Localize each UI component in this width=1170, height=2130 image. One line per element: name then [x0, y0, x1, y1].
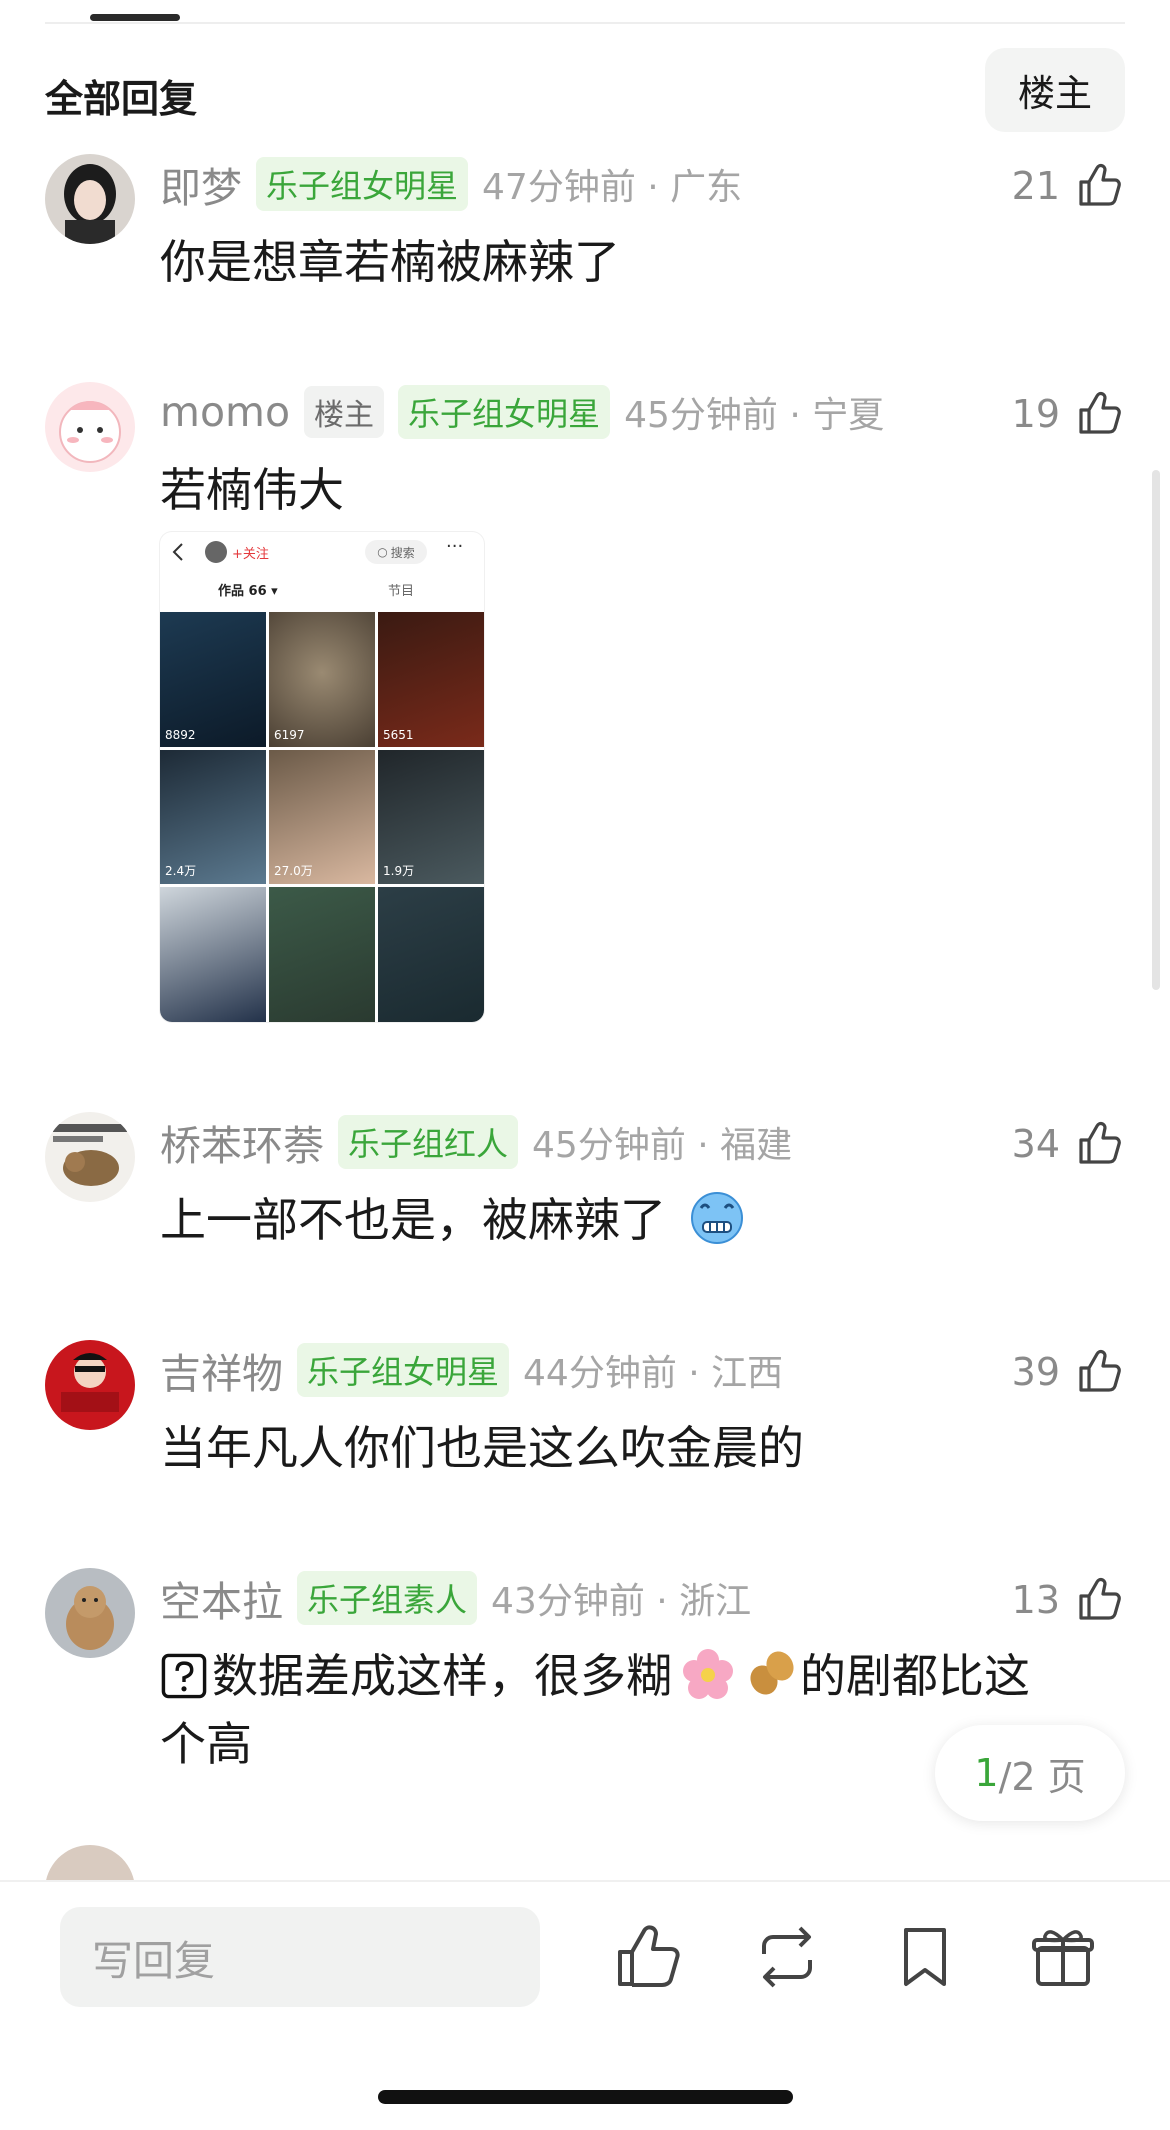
question-box-emoji — [161, 1653, 207, 1699]
thumbs-up-icon[interactable] — [1075, 1574, 1125, 1624]
comment-item: 吉祥物 乐子组女明星 44分钟前 · 江西 39 当年凡人你们也是这么吹金晨的 — [0, 1340, 1170, 1540]
tile-count: 6197 — [274, 727, 305, 742]
comment-text: 上一部不也是，被麻辣了 — [160, 1193, 666, 1247]
op-only-button[interactable]: 楼主 — [985, 48, 1125, 132]
group-badge: 乐子组红人 — [338, 1115, 519, 1169]
video-tile: 27.0万 — [269, 749, 375, 885]
avatar[interactable] — [45, 1845, 135, 1880]
drag-indicator — [90, 14, 180, 21]
like-count: 21 — [1011, 164, 1060, 208]
repost-icon[interactable] — [750, 1920, 824, 1994]
page-title: 全部回复 — [45, 77, 198, 121]
username[interactable]: momo — [160, 388, 290, 436]
video-tile — [269, 887, 375, 1022]
more-icon: ··· — [446, 536, 464, 557]
like-count: 34 — [1011, 1122, 1060, 1166]
comment-text-row: 数据差成这样，很多糊 的剧都比这个高 — [160, 1642, 1060, 1778]
avatar[interactable] — [45, 154, 135, 244]
tab-shows: 节目 — [388, 584, 415, 599]
comment-meta: 吉祥物 乐子组女明星 44分钟前 · 江西 — [160, 1340, 783, 1400]
avatar[interactable] — [45, 1568, 135, 1658]
gift-icon[interactable] — [1026, 1920, 1100, 1994]
cold-face-emoji — [690, 1192, 743, 1244]
page-current: 1 — [974, 1751, 999, 1795]
like-count: 19 — [1011, 392, 1060, 436]
search-icon: ○ — [377, 545, 388, 559]
comment-meta: 即梦 乐子组女明星 47分钟前 · 广东 — [160, 154, 742, 214]
comment-meta: 桥苯环萘 乐子组红人 45分钟前 · 福建 — [160, 1112, 792, 1172]
comment-text: 若楠伟大 — [160, 463, 344, 517]
comment-item-partial — [0, 1845, 1170, 1880]
thumbs-up-icon[interactable] — [1075, 1118, 1125, 1168]
group-badge: 乐子组素人 — [297, 1571, 478, 1625]
bookmark-icon[interactable] — [888, 1920, 962, 1994]
video-grid: 8892 6197 5651 2.4万 27.0万 1.9万 — [160, 612, 484, 1022]
thumbs-up-icon[interactable] — [1075, 160, 1125, 210]
comment-list[interactable]: 即梦 乐子组女明星 47分钟前 · 广东 21 你是想章若楠被麻辣了 momo … — [0, 140, 1170, 1880]
comment-text: 数据差成这样，很多糊 — [212, 1649, 672, 1703]
tile-count: 8892 — [165, 727, 196, 742]
comment-item: 桥苯环萘 乐子组红人 45分钟前 · 福建 34 上一部不也是，被麻辣了 — [0, 1112, 1170, 1312]
home-indicator — [378, 2090, 793, 2104]
username[interactable]: 空本拉 — [160, 1568, 283, 1628]
video-tile — [378, 887, 484, 1022]
video-tile — [160, 887, 266, 1022]
comment-text: 你是想章若楠被麻辣了 — [160, 235, 620, 289]
tile-count: 5651 — [383, 727, 414, 742]
avatar[interactable] — [45, 1112, 135, 1202]
page-indicator[interactable]: 1/2 页 — [935, 1725, 1125, 1821]
thumbs-up-icon[interactable] — [610, 1920, 684, 1994]
flower-emoji — [683, 1649, 733, 1699]
avatar[interactable] — [45, 382, 135, 472]
video-tile: 5651 — [378, 612, 484, 747]
image-tabs: 作品 66 ▾ 节目 — [160, 576, 484, 606]
video-tile: 8892 — [160, 612, 266, 747]
comment-item: momo 楼主 乐子组女明星 45分钟前 · 宁夏 19 若楠伟大 +关注 ○ 搜… — [0, 382, 1170, 1162]
comment-text: 当年凡人你们也是这么吹金晨的 — [160, 1421, 804, 1475]
bottom-action-bar: 写回复 — [0, 1880, 1170, 2130]
thumbs-up-icon[interactable] — [1075, 388, 1125, 438]
avatar[interactable] — [45, 1340, 135, 1430]
username[interactable]: 吉祥物 — [160, 1340, 283, 1400]
thumbs-up-icon[interactable] — [1075, 1346, 1125, 1396]
tab-works: 作品 66 ▾ — [218, 584, 278, 599]
group-badge: 乐子组女明星 — [297, 1343, 510, 1397]
timestamp-location: 47分钟前 · 广东 — [482, 167, 743, 208]
timestamp-location: 44分钟前 · 江西 — [523, 1353, 784, 1394]
timestamp-location: 43分钟前 · 浙江 — [491, 1581, 752, 1622]
page-total: /2 页 — [998, 1754, 1086, 1799]
comment-text-row: 上一部不也是，被麻辣了 — [160, 1186, 1090, 1254]
back-icon — [172, 543, 183, 561]
video-tile: 2.4万 — [160, 749, 266, 885]
group-badge: 乐子组女明星 — [256, 157, 469, 211]
video-tile: 6197 — [269, 612, 375, 747]
peanut-emoji — [750, 1651, 794, 1695]
search-label: 搜索 — [390, 545, 415, 560]
replies-header: 全部回复 楼主 — [0, 40, 1170, 140]
group-badge: 乐子组女明星 — [398, 385, 611, 439]
timestamp-location: 45分钟前 · 福建 — [532, 1125, 793, 1166]
image-search-box: ○ 搜索 — [365, 540, 427, 564]
tile-count: 1.9万 — [383, 864, 415, 879]
username[interactable]: 桥苯环萘 — [160, 1112, 324, 1172]
divider — [45, 22, 1125, 24]
like-count: 13 — [1011, 1578, 1060, 1622]
scrollbar[interactable] — [1152, 470, 1160, 990]
reply-input[interactable]: 写回复 — [60, 1907, 540, 2007]
comment-meta: momo 楼主 乐子组女明星 45分钟前 · 宁夏 — [160, 382, 884, 442]
attached-image[interactable]: +关注 ○ 搜索 ··· 作品 66 ▾ 节目 8892 6197 5651 2.… — [160, 532, 484, 1022]
op-badge: 楼主 — [304, 386, 385, 438]
video-tile: 1.9万 — [378, 749, 484, 885]
comment-item: 即梦 乐子组女明星 47分钟前 · 广东 21 你是想章若楠被麻辣了 — [0, 154, 1170, 354]
comment-meta: 空本拉 乐子组素人 43分钟前 · 浙江 — [160, 1568, 751, 1628]
tile-count: 2.4万 — [165, 864, 197, 879]
username[interactable]: 即梦 — [160, 154, 242, 214]
mini-avatar — [205, 541, 227, 563]
like-count: 39 — [1011, 1350, 1060, 1394]
tile-count: 27.0万 — [274, 864, 313, 879]
timestamp-location: 45分钟前 · 宁夏 — [624, 395, 885, 436]
follow-label: +关注 — [232, 547, 269, 562]
